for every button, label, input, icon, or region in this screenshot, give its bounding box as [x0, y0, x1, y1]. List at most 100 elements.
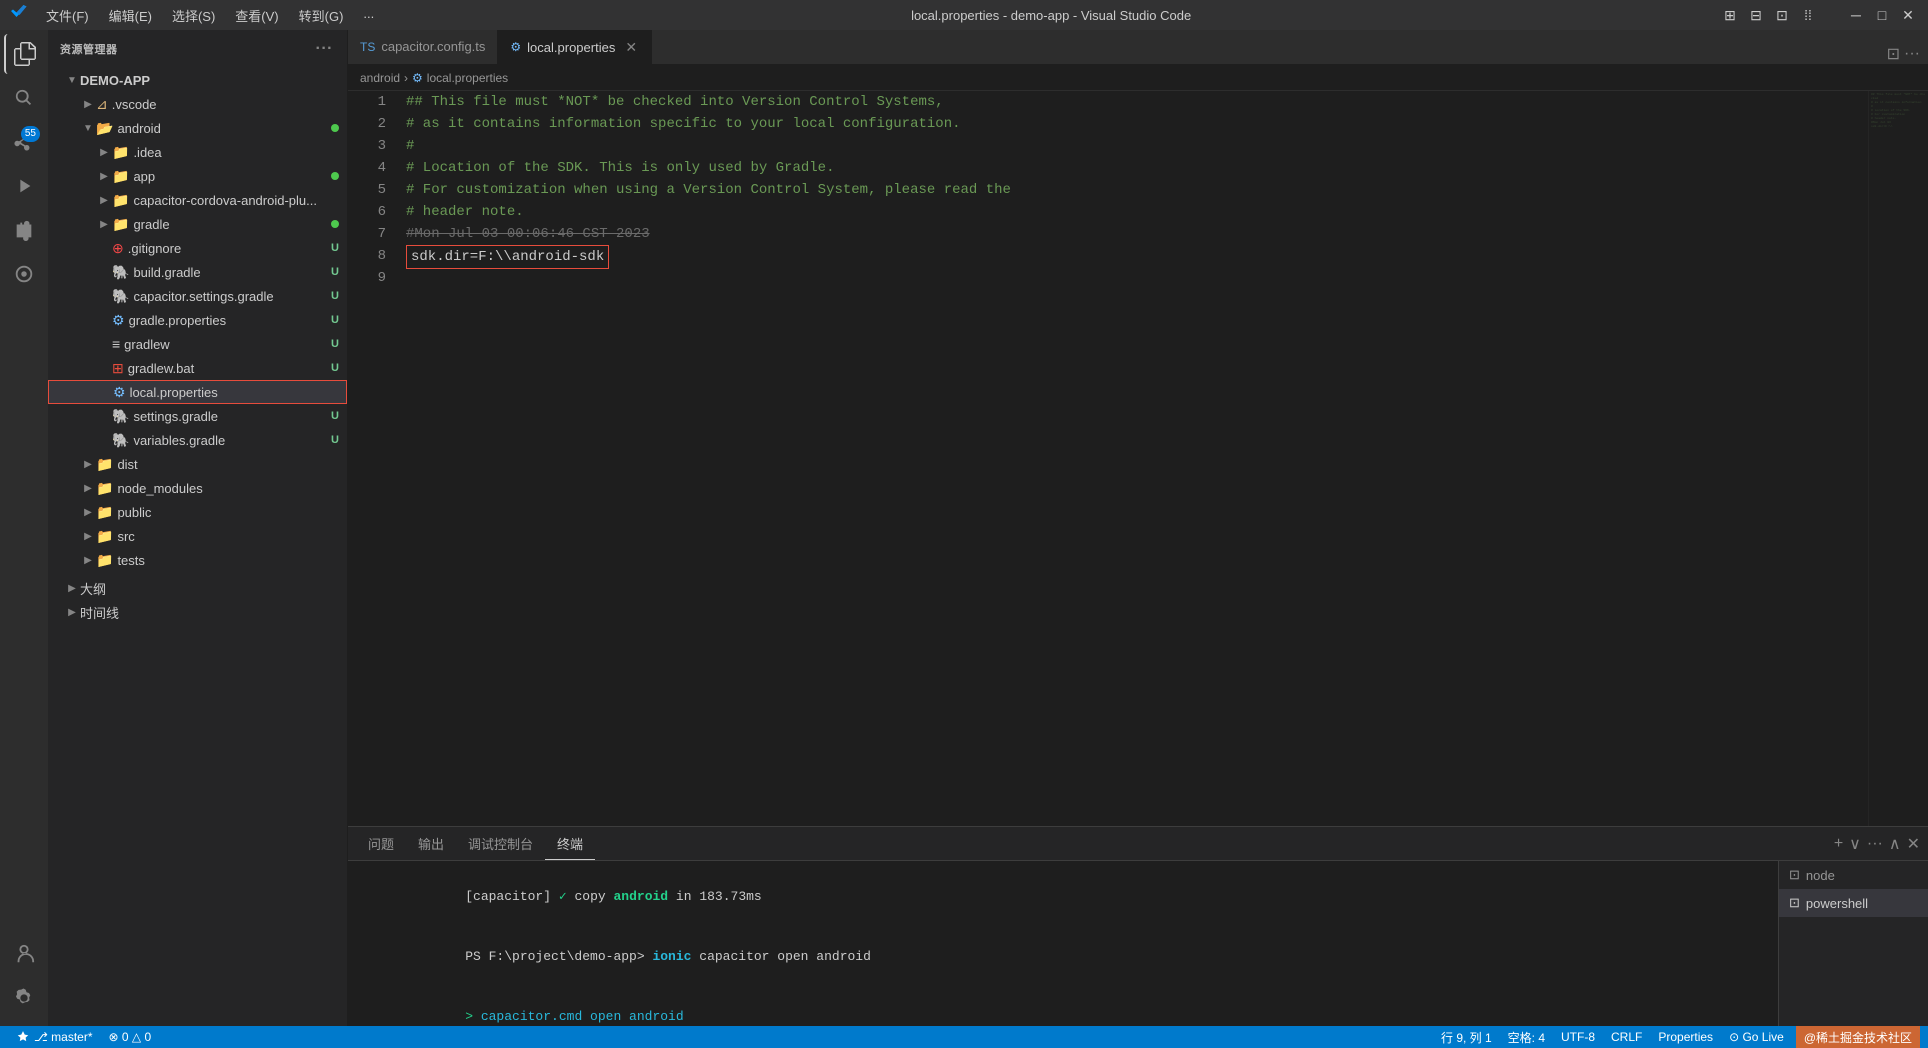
- breadcrumb-sep1: ›: [404, 71, 408, 85]
- tree-gradlew-bat-label: gradlew.bat: [128, 361, 331, 376]
- terminal-line-2: PS F:\project\demo-app> ionic capacitor …: [356, 927, 1770, 987]
- status-go-live[interactable]: ⊙ Go Live: [1721, 1026, 1792, 1048]
- tree-dist-label: dist: [117, 457, 347, 472]
- activity-extensions[interactable]: [4, 210, 44, 250]
- tree-timeline[interactable]: ▶ 时间线: [48, 600, 347, 624]
- tree-tests[interactable]: ▶ 📁 tests: [48, 548, 347, 572]
- tree-cap-cordova-label: capacitor-cordova-android-plu...: [133, 193, 347, 208]
- activity-account[interactable]: [4, 934, 44, 974]
- panel-add-btn[interactable]: +: [1834, 835, 1843, 853]
- tree-tests-label: tests: [117, 553, 347, 568]
- terminal-powershell[interactable]: ⊡ powershell: [1779, 889, 1928, 917]
- tree-root[interactable]: ▼ DEMO-APP: [48, 68, 347, 92]
- activity-source-control[interactable]: 55: [4, 122, 44, 162]
- tree-gradlew-bat[interactable]: ▶ ⊞ gradlew.bat U: [48, 356, 347, 380]
- code-line-5: # For customization when using a Version…: [406, 179, 1860, 201]
- main-container: 55 资源管理器 ··· ▼: [0, 30, 1928, 1026]
- window-title: local.properties - demo-app - Visual Stu…: [382, 8, 1720, 23]
- status-errors[interactable]: ⊗ 0 △ 0: [101, 1026, 160, 1048]
- tree-gradle[interactable]: ▶ 📁 gradle: [48, 212, 347, 236]
- tree-variables-gradle[interactable]: ▶ 🐘 variables.gradle U: [48, 428, 347, 452]
- activity-run[interactable]: [4, 166, 44, 206]
- status-errors-label: ⊗ 0 △ 0: [109, 1030, 152, 1044]
- gear-tab-icon: ⚙: [510, 40, 521, 54]
- folder-src-icon: 📁: [96, 528, 113, 545]
- menu-file[interactable]: 文件(F): [38, 4, 97, 27]
- tree-build-gradle[interactable]: ▶ 🐘 build.gradle U: [48, 260, 347, 284]
- tree-variables-gradle-badge: U: [331, 434, 339, 446]
- tree-settings-gradle[interactable]: ▶ 🐘 settings.gradle U: [48, 404, 347, 428]
- tab-close-btn[interactable]: ✕: [623, 37, 639, 58]
- tab-local-properties[interactable]: ⚙ local.properties ✕: [498, 30, 652, 64]
- tree-local-props[interactable]: ▶ ⚙ local.properties: [48, 380, 347, 404]
- status-line-ending-label: CRLF: [1611, 1030, 1642, 1044]
- tree-dist[interactable]: ▶ 📁 dist: [48, 452, 347, 476]
- code-editor[interactable]: 1 2 3 4 5 6 7 8 9 ## This file must *NOT…: [348, 91, 1928, 826]
- tree-app[interactable]: ▶ 📁 app: [48, 164, 347, 188]
- tree-vscode[interactable]: ▶ ⊿ .vscode: [48, 92, 347, 116]
- layout-icon[interactable]: ⊞: [1720, 5, 1740, 25]
- menu-more[interactable]: ...: [355, 4, 382, 27]
- tree-gradlew[interactable]: ▶ ≡ gradlew U: [48, 332, 347, 356]
- layout3-icon[interactable]: ⊡: [1772, 5, 1792, 25]
- panel-tabs: 问题 输出 调试控制台 终端 + ∨ ··· ∧ ✕: [348, 827, 1928, 861]
- gradle-settings-icon: 🐘: [112, 288, 129, 305]
- tree-cap-cordova[interactable]: ▶ 📁 capacitor-cordova-android-plu...: [48, 188, 347, 212]
- panel-tab-debug[interactable]: 调试控制台: [456, 828, 545, 859]
- ln-6: 6: [364, 201, 386, 223]
- panel-tab-terminal[interactable]: 终端: [545, 828, 595, 860]
- sidebar-menu-btn[interactable]: ···: [314, 38, 335, 60]
- menu-edit[interactable]: 编辑(E): [101, 4, 160, 27]
- folder-open-icon: 📂: [96, 120, 113, 137]
- tab-capacitor-config[interactable]: TS capacitor.config.ts: [348, 30, 498, 64]
- panel-more-btn[interactable]: ···: [1867, 835, 1883, 853]
- status-indentation-label: 空格: 4: [1508, 1029, 1545, 1046]
- tree-idea[interactable]: ▶ 📁 .idea: [48, 140, 347, 164]
- activity-settings[interactable]: [4, 978, 44, 1018]
- gradle-icon: 🐘: [112, 264, 129, 281]
- split-editor-icon[interactable]: ⊡: [1887, 44, 1900, 64]
- panel-maximize-btn[interactable]: ∧: [1889, 834, 1901, 854]
- status-line-ending[interactable]: CRLF: [1603, 1026, 1650, 1048]
- status-language[interactable]: Properties: [1650, 1026, 1721, 1048]
- activity-remote[interactable]: [4, 254, 44, 294]
- tree-node-modules[interactable]: ▶ 📁 node_modules: [48, 476, 347, 500]
- layout2-icon[interactable]: ⊟: [1746, 5, 1766, 25]
- status-encoding[interactable]: UTF-8: [1553, 1026, 1603, 1048]
- menu-select[interactable]: 选择(S): [164, 4, 223, 27]
- minimize-button[interactable]: ─: [1846, 5, 1866, 25]
- terminal-powershell-label: powershell: [1806, 896, 1868, 911]
- tab-local-label: local.properties: [527, 40, 615, 55]
- status-position[interactable]: 行 9, 列 1: [1433, 1026, 1500, 1048]
- terminal-node[interactable]: ⊡ node: [1779, 861, 1928, 889]
- status-notification[interactable]: @稀土掘金技术社区: [1796, 1026, 1920, 1048]
- tree-cap-settings[interactable]: ▶ 🐘 capacitor.settings.gradle U: [48, 284, 347, 308]
- breadcrumb-file[interactable]: local.properties: [427, 71, 508, 85]
- tree-gradle-props[interactable]: ▶ ⚙ gradle.properties U: [48, 308, 347, 332]
- panel-tab-problems[interactable]: 问题: [356, 828, 406, 859]
- activity-explorer[interactable]: [4, 34, 44, 74]
- layout4-icon[interactable]: ⁞⁞: [1798, 5, 1818, 25]
- menu-view[interactable]: 查看(V): [227, 4, 286, 27]
- tree-gradlew-label: gradlew: [124, 337, 331, 352]
- breadcrumb-android[interactable]: android: [360, 71, 400, 85]
- maximize-button[interactable]: □: [1872, 5, 1892, 25]
- panel-close-btn[interactable]: ✕: [1907, 834, 1920, 854]
- tree-public-label: public: [117, 505, 347, 520]
- status-indentation[interactable]: 空格: 4: [1500, 1026, 1553, 1048]
- tree-android[interactable]: ▼ 📂 android: [48, 116, 347, 140]
- more-actions-icon[interactable]: ···: [1904, 45, 1920, 63]
- terminal-powershell-icon: ⊡: [1789, 895, 1800, 911]
- status-branch[interactable]: ⎇ master*: [8, 1026, 101, 1048]
- terminal-content[interactable]: [capacitor] ✓ copy android in 183.73ms P…: [348, 861, 1778, 1026]
- tree-gitignore[interactable]: ▶ ⊕ .gitignore U: [48, 236, 347, 260]
- activity-search[interactable]: [4, 78, 44, 118]
- tree-src[interactable]: ▶ 📁 src: [48, 524, 347, 548]
- panel-chevron-down-icon[interactable]: ∨: [1849, 834, 1861, 854]
- tree-outline[interactable]: ▶ 大纲: [48, 576, 347, 600]
- code-line-6: # header note.: [406, 201, 1860, 223]
- panel-tab-output[interactable]: 输出: [406, 828, 456, 859]
- close-button[interactable]: ✕: [1898, 5, 1918, 25]
- menu-goto[interactable]: 转到(G): [291, 4, 352, 27]
- tree-public[interactable]: ▶ 📁 public: [48, 500, 347, 524]
